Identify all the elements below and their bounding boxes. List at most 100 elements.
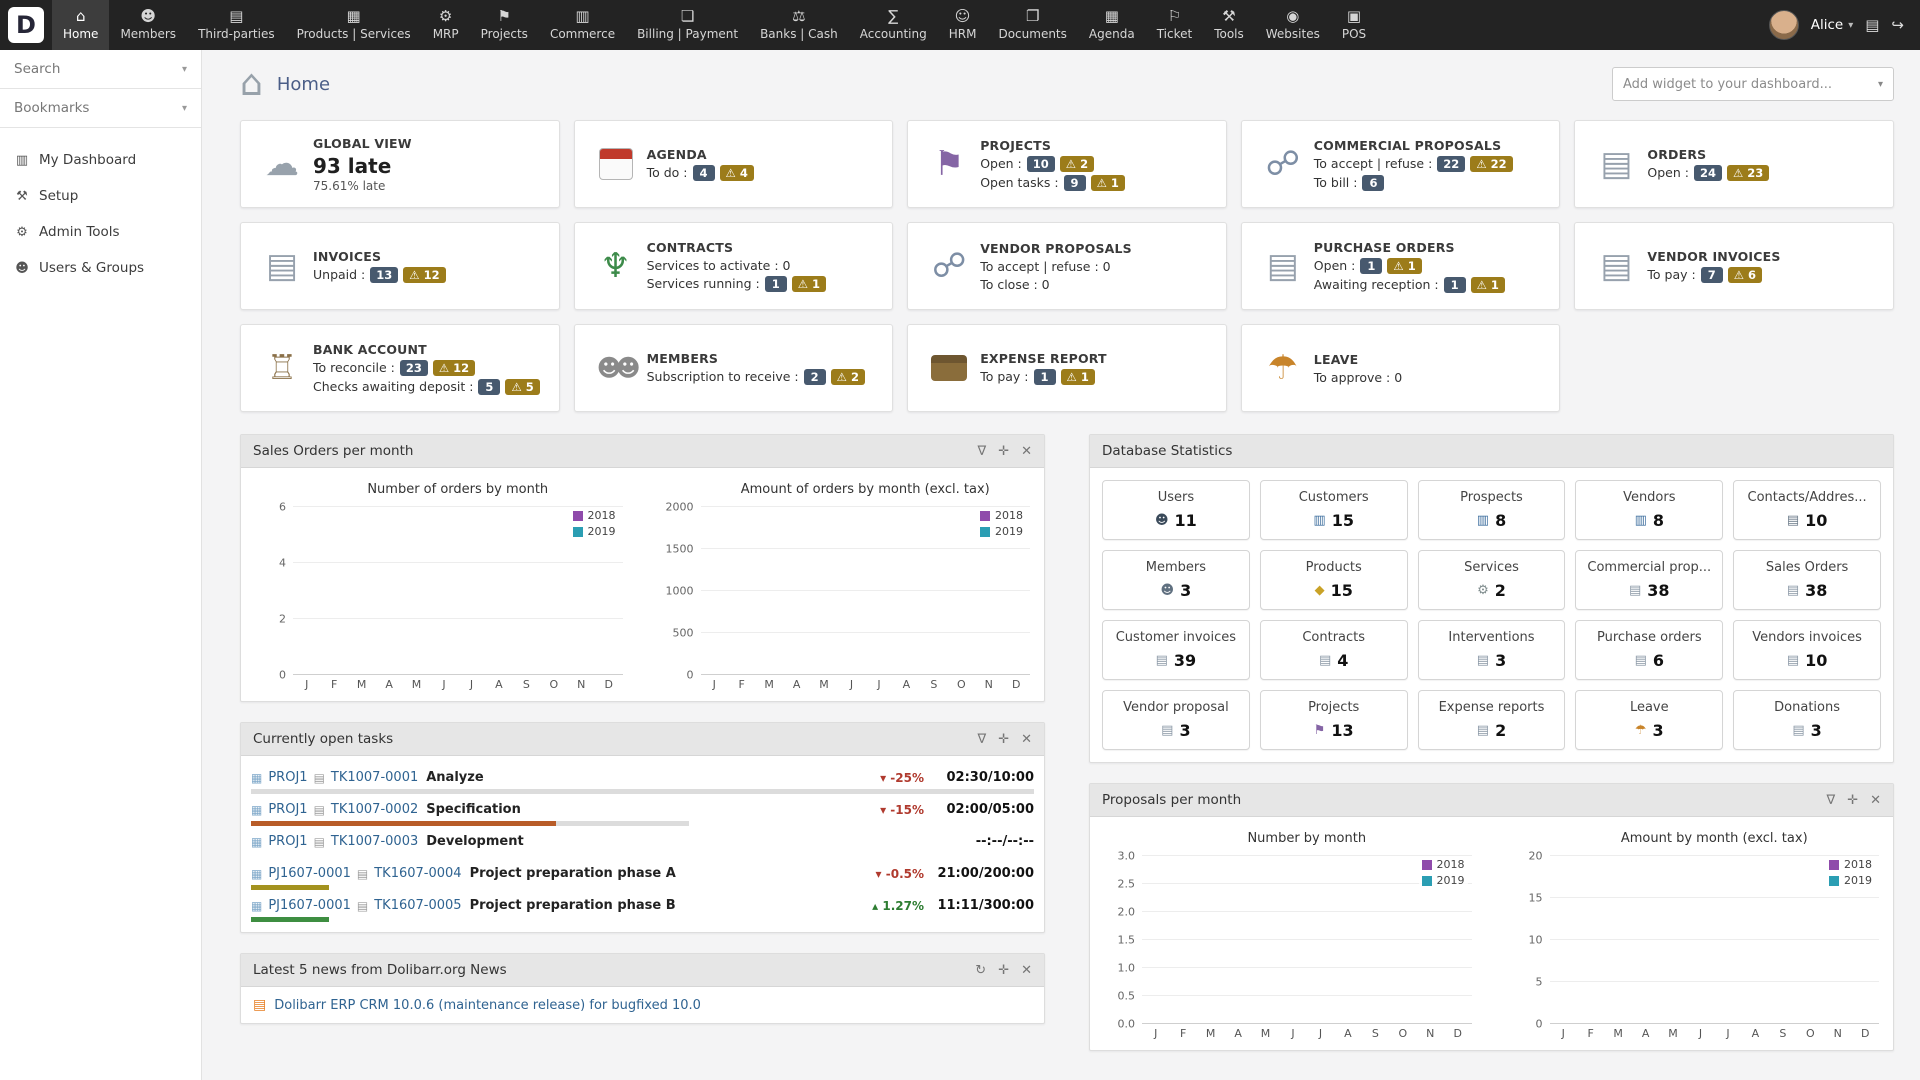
user-avatar[interactable] — [1768, 10, 1799, 40]
count-badge[interactable]: 22 — [1437, 155, 1466, 172]
warning-badge[interactable]: ⚠ 1 — [1470, 276, 1505, 293]
warning-badge[interactable]: ⚠ 1 — [1060, 369, 1095, 385]
widget-members[interactable]: ☻☻ MEMBERS Subscription to receive : 2 ⚠ 2 — [573, 324, 894, 412]
menu-item-third-parties[interactable]: ▤ Third-parties — [187, 0, 286, 50]
stat-projects[interactable]: Projects ⚑ 13 — [1259, 690, 1408, 750]
stat-products[interactable]: Products ◆ 15 — [1259, 550, 1408, 610]
menu-item-home[interactable]: ⌂ Home — [52, 0, 110, 50]
move-icon[interactable]: ✛ — [998, 444, 1009, 459]
widget-bank-account[interactable]: ♖ BANK ACCOUNT To reconcile :23 ⚠ 12 Checks … — [240, 324, 560, 412]
task-link[interactable]: TK1607-0004 — [374, 866, 461, 881]
task-link[interactable]: TK1007-0002 — [331, 802, 418, 817]
bookmarks-dropdown[interactable]: Bookmarks ▾ — [0, 89, 201, 128]
menu-item-pos[interactable]: ▣ POS — [1331, 0, 1377, 50]
filter-icon[interactable]: ∇ — [1826, 793, 1835, 808]
widget-vendor-invoices[interactable]: ▤ VENDOR INVOICES To pay : 7 ⚠ 6 — [1574, 222, 1894, 310]
count-badge[interactable]: 2 — [803, 369, 826, 385]
task-link[interactable]: TK1007-0001 — [331, 770, 418, 785]
stat-contacts-addres[interactable]: Contacts/Addres... ▤ 10 — [1733, 480, 1881, 540]
stat-prospects[interactable]: Prospects ▥ 8 — [1417, 480, 1566, 540]
menu-item-members[interactable]: ☻ Members — [109, 0, 187, 50]
warning-badge[interactable]: ⚠ 1 — [791, 276, 827, 292]
widget-purchase-orders[interactable]: ▤ PURCHASE ORDERS Open :1 ⚠ 1 Awaiting recep… — [1240, 222, 1561, 310]
logout-icon[interactable]: ↪ — [1891, 16, 1904, 34]
move-icon[interactable]: ✛ — [998, 963, 1009, 978]
widget-leave[interactable]: ☂ LEAVE To approve : 0 — [1240, 324, 1561, 412]
count-badge[interactable]: 4 — [692, 165, 715, 181]
stat-contracts[interactable]: Contracts ▤ 4 — [1259, 620, 1408, 680]
sidebar-item-setup[interactable]: ⚒ Setup — [0, 178, 201, 214]
sidebar-item-my-dashboard[interactable]: ▥ My Dashboard — [0, 142, 201, 178]
refresh-icon[interactable]: ↻ — [975, 963, 986, 978]
widget-contracts[interactable]: ♆ CONTRACTS Services to activate : 0 Servic… — [573, 222, 894, 310]
project-link[interactable]: PJ1607-0001 — [268, 866, 351, 881]
user-menu[interactable]: Alice ▾ — [1811, 17, 1854, 33]
sidebar-item-users-groups[interactable]: ☻ Users & Groups — [0, 250, 201, 286]
close-icon[interactable]: ✕ — [1870, 793, 1881, 808]
warning-badge[interactable]: ⚠ 22 — [1470, 155, 1513, 172]
move-icon[interactable]: ✛ — [1847, 793, 1858, 808]
menu-item-commerce[interactable]: ▥ Commerce — [539, 0, 626, 50]
widget-global-view[interactable]: ☁ GLOBAL VIEW 93 late 75.61% late — [240, 120, 560, 208]
stat-vendors[interactable]: Vendors ▥ 8 — [1575, 480, 1724, 540]
menu-item-ticket[interactable]: ⚐ Ticket — [1146, 0, 1204, 50]
project-link[interactable]: PROJ1 — [268, 834, 307, 849]
project-link[interactable]: PJ1607-0001 — [268, 898, 351, 913]
stat-donations[interactable]: Donations ▤ 3 — [1733, 690, 1881, 750]
stat-customer-invoices[interactable]: Customer invoices ▤ 39 — [1102, 620, 1250, 680]
menu-item-banks-cash[interactable]: ⚖ Banks | Cash — [749, 0, 849, 50]
widget-commercial-proposals[interactable]: ☍ COMMERCIAL PROPOSALS To accept | refuse … — [1240, 120, 1561, 208]
count-badge[interactable]: 24 — [1693, 165, 1722, 181]
widget-agenda[interactable]: AGENDA To do : 4 ⚠ 4 — [573, 120, 894, 208]
stat-expense-reports[interactable]: Expense reports ▤ 2 — [1417, 690, 1566, 750]
warning-badge[interactable]: ⚠ 12 — [403, 267, 446, 283]
filter-icon[interactable]: ∇ — [977, 444, 986, 459]
stat-interventions[interactable]: Interventions ▤ 3 — [1417, 620, 1566, 680]
warning-badge[interactable]: ⚠ 5 — [505, 378, 540, 395]
count-badge[interactable]: 1 — [1033, 369, 1056, 385]
stat-vendors-invoices[interactable]: Vendors invoices ▤ 10 — [1733, 620, 1881, 680]
count-badge[interactable]: 10 — [1026, 155, 1055, 172]
warning-badge[interactable]: ⚠ 23 — [1726, 165, 1770, 181]
close-icon[interactable]: ✕ — [1021, 963, 1032, 978]
menu-item-products-services[interactable]: ▦ Products | Services — [286, 0, 422, 50]
dolibarr-logo[interactable]: D — [0, 0, 52, 50]
stat-leave[interactable]: Leave ☂ 3 — [1575, 690, 1724, 750]
count-badge[interactable]: 23 — [399, 359, 428, 376]
menu-item-mrp[interactable]: ⚙ MRP — [422, 0, 470, 50]
project-link[interactable]: PROJ1 — [268, 770, 307, 785]
project-link[interactable]: PROJ1 — [268, 802, 307, 817]
count-badge[interactable]: 9 — [1063, 174, 1086, 191]
count-badge[interactable]: 6 — [1362, 174, 1385, 191]
stat-members[interactable]: Members ☻ 3 — [1102, 550, 1250, 610]
menu-item-projects[interactable]: ⚑ Projects — [470, 0, 539, 50]
task-link[interactable]: TK1007-0003 — [331, 834, 418, 849]
stat-users[interactable]: Users ☻ 11 — [1102, 480, 1250, 540]
warning-badge[interactable]: ⚠ 12 — [432, 359, 476, 376]
sidebar-item-admin-tools[interactable]: ⚙ Admin Tools — [0, 214, 201, 250]
menu-item-accounting[interactable]: ∑ Accounting — [849, 0, 938, 50]
widget-projects[interactable]: ⚑ PROJECTS Open :10 ⚠ 2 Open tasks :9 ⚠ 1 — [907, 120, 1227, 208]
widget-expense-report[interactable]: EXPENSE REPORT To pay : 1 ⚠ 1 — [907, 324, 1227, 412]
menu-item-tools[interactable]: ⚒ Tools — [1203, 0, 1255, 50]
stat-services[interactable]: Services ⚙ 2 — [1417, 550, 1566, 610]
news-link[interactable]: Dolibarr ERP CRM 10.0.6 (maintenance rel… — [274, 998, 701, 1013]
move-icon[interactable]: ✛ — [998, 732, 1009, 747]
add-widget-select[interactable]: Add widget to your dashboard... ▾ — [1612, 67, 1894, 101]
warning-badge[interactable]: ⚠ 2 — [830, 369, 865, 385]
widget-invoices[interactable]: ▤ INVOICES Unpaid : 13 ⚠ 12 — [240, 222, 560, 310]
menu-item-websites[interactable]: ◉ Websites — [1255, 0, 1331, 50]
filter-icon[interactable]: ∇ — [977, 732, 986, 747]
count-badge[interactable]: 1 — [1443, 276, 1466, 293]
count-badge[interactable]: 1 — [1360, 257, 1383, 274]
stat-purchase-orders[interactable]: Purchase orders ▤ 6 — [1575, 620, 1724, 680]
close-icon[interactable]: ✕ — [1021, 732, 1032, 747]
stat-customers[interactable]: Customers ▥ 15 — [1259, 480, 1408, 540]
search-dropdown[interactable]: Search ▾ — [0, 50, 201, 89]
menu-item-agenda[interactable]: ▦ Agenda — [1078, 0, 1146, 50]
warning-badge[interactable]: ⚠ 4 — [719, 165, 754, 181]
menu-item-hrm[interactable]: ☺ HRM — [938, 0, 988, 50]
virtualcard-icon[interactable]: ▤ — [1865, 16, 1879, 34]
stat-commercial-prop[interactable]: Commercial prop... ▤ 38 — [1575, 550, 1724, 610]
count-badge[interactable]: 1 — [764, 276, 787, 292]
